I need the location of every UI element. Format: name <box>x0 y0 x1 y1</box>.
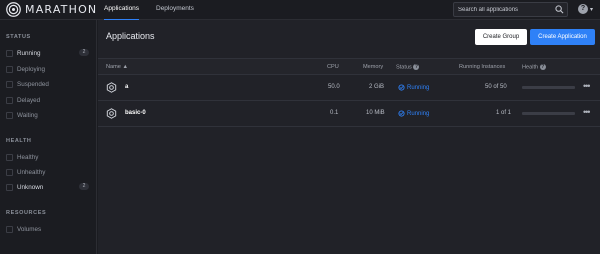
sidebar-item-label: Running <box>17 49 41 57</box>
status-label: Running <box>407 110 430 117</box>
checkbox[interactable] <box>6 153 13 161</box>
cpu-value: 50.0 <box>328 84 340 90</box>
main-panel: Applications Create Group Create Applica… <box>98 20 600 254</box>
sidebar-item-label: Waiting <box>17 111 38 119</box>
app-icon <box>106 82 117 93</box>
more-options-icon[interactable]: ••• <box>583 81 591 91</box>
column-header-memory[interactable]: Memory <box>363 64 383 70</box>
checkbox[interactable] <box>6 96 13 104</box>
sidebar-heading-health: HEALTH <box>6 138 32 144</box>
sidebar-heading-status: STATUS <box>6 34 31 40</box>
column-header-status[interactable]: Status ? <box>396 64 420 71</box>
memory-value: 2 GiB <box>369 84 385 90</box>
sidebar-item-label: Delayed <box>17 96 41 104</box>
search-box <box>453 2 568 17</box>
sidebar-item-label: Suspended <box>17 80 49 88</box>
sidebar-item-label: Deploying <box>17 65 46 73</box>
top-bar: MARATHON Applications Deployments ? ▾ <box>0 0 600 21</box>
running-instances-value: 1 of 1 <box>496 110 512 116</box>
health-bar <box>522 86 575 89</box>
sidebar-item-delayed[interactable]: Delayed <box>6 95 92 105</box>
count-badge: 2 <box>79 183 89 190</box>
column-header-instances[interactable]: Running Instances <box>459 64 505 70</box>
running-icon <box>398 84 405 91</box>
sidebar-item-unhealthy[interactable]: Unhealthy <box>6 167 92 177</box>
column-header-label: Health <box>522 64 539 71</box>
sidebar-item-label: Healthy <box>17 153 39 161</box>
sidebar-item-healthy[interactable]: Healthy <box>6 152 92 162</box>
checkbox[interactable] <box>6 49 13 57</box>
status-badge: Running <box>398 84 429 91</box>
table-header: Name ▲ CPU Memory Status ? Running Insta… <box>98 58 600 75</box>
table-row[interactable]: basic-0 0.1 10 MiB Running 1 of 1 ••• <box>98 101 600 127</box>
sidebar-item-unknown[interactable]: Unknown 2 <box>6 182 92 192</box>
create-application-button[interactable]: Create Application <box>530 29 595 45</box>
create-group-button[interactable]: Create Group <box>475 29 527 45</box>
sidebar-item-label: Unhealthy <box>17 168 46 176</box>
status-label: Running <box>407 84 430 91</box>
checkbox[interactable] <box>6 111 13 119</box>
more-options-icon[interactable]: ••• <box>583 107 591 117</box>
column-header-name[interactable]: Name ▲ <box>106 64 128 70</box>
checkbox[interactable] <box>6 183 13 191</box>
app-icon <box>106 108 117 119</box>
tab-deployments[interactable]: Deployments <box>156 0 194 20</box>
checkbox[interactable] <box>6 168 13 176</box>
tab-applications[interactable]: Applications <box>104 0 140 21</box>
page-title: Applications <box>106 31 155 41</box>
help-icon: ? <box>578 4 588 14</box>
running-icon <box>398 110 405 117</box>
help-icon[interactable]: ? <box>539 64 546 70</box>
chevron-down-icon: ▾ <box>590 6 594 13</box>
column-header-health[interactable]: Health ? <box>522 64 546 70</box>
sidebar-item-label: Volumes <box>17 225 42 233</box>
column-header-cpu[interactable]: CPU <box>327 64 339 70</box>
sidebar-heading-resources: RESOURCES <box>6 210 47 216</box>
sidebar: STATUS Running 2 Deploying Suspended Del… <box>0 20 97 254</box>
checkbox[interactable] <box>6 65 13 73</box>
count-badge: 2 <box>79 49 89 56</box>
marathon-logo-icon <box>6 2 21 17</box>
app-name[interactable]: a <box>125 84 128 90</box>
brand-name: MARATHON <box>25 3 98 16</box>
brand-logo[interactable]: MARATHON <box>6 2 97 17</box>
sidebar-item-suspended[interactable]: Suspended <box>6 79 92 89</box>
sidebar-item-label: Unknown <box>17 183 44 191</box>
sidebar-item-volumes[interactable]: Volumes <box>6 224 92 234</box>
memory-value: 10 MiB <box>366 110 385 116</box>
running-instances-value: 50 of 50 <box>485 84 507 90</box>
sidebar-item-running[interactable]: Running 2 <box>6 48 92 58</box>
sidebar-item-waiting[interactable]: Waiting <box>6 110 92 120</box>
search-input[interactable] <box>458 6 553 13</box>
sidebar-item-deploying[interactable]: Deploying <box>6 64 92 74</box>
health-bar <box>522 112 575 115</box>
table-row[interactable]: a 50.0 2 GiB Running 50 of 50 ••• <box>98 75 600 101</box>
app-name[interactable]: basic-0 <box>125 110 146 116</box>
search-icon[interactable] <box>555 5 564 14</box>
column-header-label: Status <box>396 64 412 71</box>
cpu-value: 0.1 <box>330 110 339 116</box>
checkbox[interactable] <box>6 80 13 88</box>
help-menu[interactable]: ? ▾ <box>578 4 593 14</box>
help-icon[interactable]: ? <box>413 64 420 70</box>
applications-table: Name ▲ CPU Memory Status ? Running Insta… <box>98 58 600 127</box>
checkbox[interactable] <box>6 225 13 233</box>
status-badge: Running <box>398 110 429 117</box>
